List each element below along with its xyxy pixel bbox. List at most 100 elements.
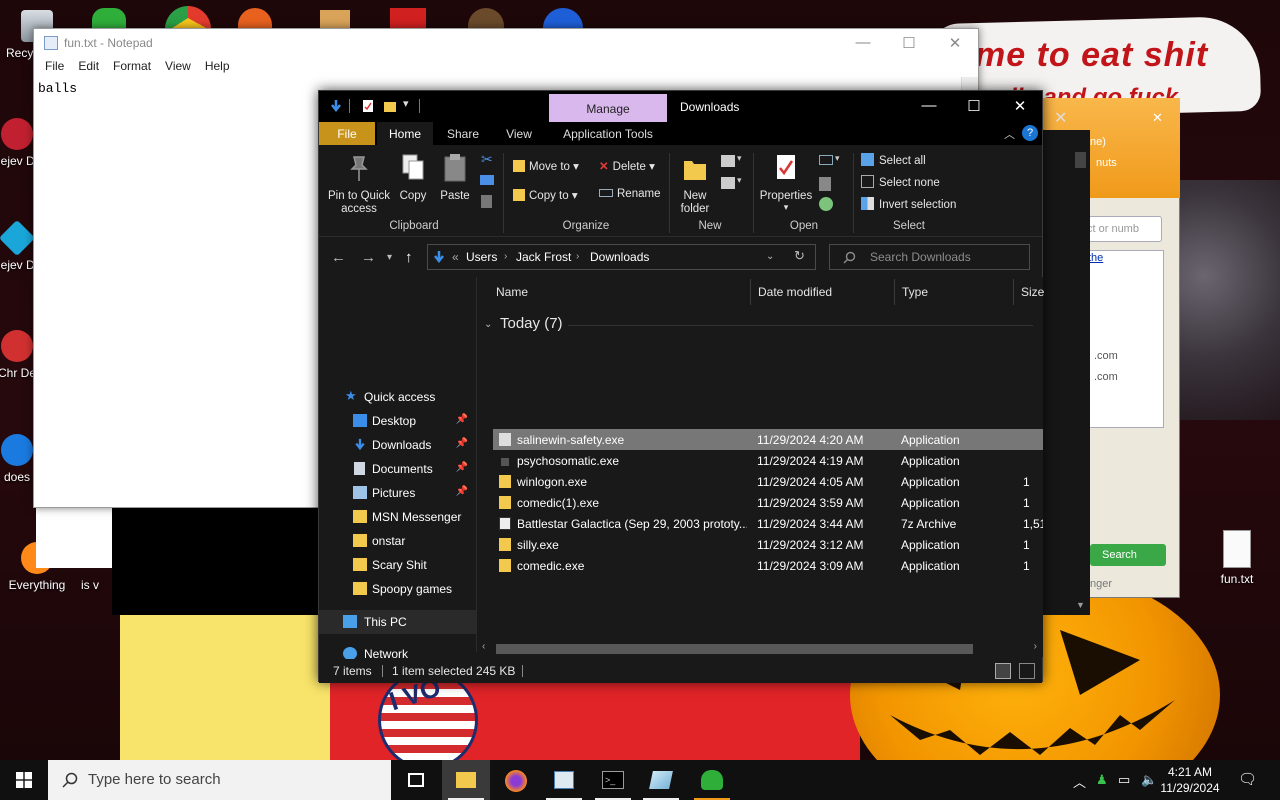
taskbar-command-prompt[interactable]: >_	[589, 760, 637, 800]
recent-locations-chevron-icon[interactable]: ▾	[387, 252, 392, 263]
tab-file[interactable]: File	[319, 122, 375, 145]
breadcrumb-overflow[interactable]: «	[452, 250, 459, 264]
paste-shortcut-icon[interactable]	[481, 195, 492, 208]
open-icon[interactable]	[819, 155, 833, 165]
notifications-icon[interactable]: 🗨	[1238, 770, 1257, 788]
tab-home[interactable]: Home	[377, 122, 433, 145]
msn-search-button[interactable]: Search	[1090, 544, 1166, 566]
taskbar-msn-messenger[interactable]	[688, 760, 736, 800]
msn-contact-search-input[interactable]: ct or numb	[1082, 216, 1162, 242]
nav-item-pictures[interactable]: Pictures 📌	[319, 481, 476, 505]
explorer-minimize-button[interactable]: —	[906, 97, 952, 114]
new-item-icon[interactable]	[721, 155, 735, 167]
tab-share[interactable]: Share	[437, 122, 489, 145]
easy-access-icon[interactable]	[721, 177, 735, 189]
nav-item-spoopy-games[interactable]: Spoopy games	[319, 577, 476, 601]
nav-item-onstar[interactable]: onstar	[319, 529, 476, 553]
quick-access-toolbar-dropdown-icon[interactable]: ▾	[403, 97, 409, 110]
desktop-icon-fun-txt[interactable]: fun.txt	[1200, 530, 1274, 586]
notepad-menu-edit[interactable]: Edit	[71, 57, 106, 77]
back-arrow-icon[interactable]: ←	[331, 249, 346, 266]
file-row-salinewin-safety[interactable]: salinewin-safety.exe 11/29/2024 4:20 AM …	[493, 429, 1043, 450]
scroll-thumb[interactable]	[1075, 152, 1086, 168]
select-all-button[interactable]: Select all	[861, 153, 926, 167]
help-icon[interactable]: ?	[1022, 125, 1038, 141]
breadcrumb-downloads[interactable]: Downloads	[590, 250, 649, 264]
task-view-button[interactable]	[392, 760, 440, 800]
properties-button[interactable]: Properties ▾	[759, 153, 813, 213]
notepad-maximize-button[interactable]: ☐	[886, 34, 932, 52]
column-header-date-modified[interactable]: Date modified	[758, 285, 832, 299]
taskbar-app[interactable]	[637, 760, 685, 800]
file-explorer-window[interactable]: ▾ Manage Downloads — ☐ ✕ File Home Share…	[318, 90, 1044, 683]
nav-item-scary-shit[interactable]: Scary Shit	[319, 553, 476, 577]
delete-button[interactable]: ✕ Delete ▾	[599, 159, 655, 173]
nav-item-quick-access[interactable]: ★ Quick access	[319, 385, 476, 409]
breadcrumb-users[interactable]: Users	[466, 250, 497, 264]
column-header-name[interactable]: Name	[496, 285, 528, 299]
explorer-titlebar[interactable]: ▾ Manage Downloads — ☐ ✕	[319, 91, 1042, 122]
tab-view[interactable]: View	[493, 122, 545, 145]
file-row-psychosomatic[interactable]: psychosomatic.exe 11/29/2024 4:19 AM App…	[493, 450, 1043, 471]
scroll-right-arrow-icon[interactable]: ›	[1034, 641, 1037, 652]
column-header-size[interactable]: Size	[1021, 285, 1044, 299]
explorer-maximize-button[interactable]: ☐	[951, 97, 997, 115]
file-row-silly[interactable]: silly.exe 11/29/2024 3:12 AM Application…	[493, 534, 1043, 555]
scroll-left-arrow-icon[interactable]: ‹	[482, 641, 485, 652]
msn-tray-icon[interactable]: ♟	[1096, 772, 1108, 788]
group-collapse-chevron-icon[interactable]: ⌄	[484, 319, 492, 330]
taskbar-search-box[interactable]: Type here to search	[48, 760, 391, 800]
tab-application-tools[interactable]: Application Tools	[551, 122, 665, 145]
notepad-close-button[interactable]: ✕	[932, 34, 978, 52]
nav-item-desktop[interactable]: Desktop 📌	[319, 409, 476, 433]
nav-item-downloads[interactable]: Downloads 📌	[319, 433, 476, 457]
horizontal-scroll-thumb[interactable]	[496, 644, 973, 654]
file-row-battlestar-galactica[interactable]: Battlestar Galactica (Sep 29, 2003 proto…	[493, 513, 1043, 534]
copy-path-icon[interactable]	[480, 175, 494, 185]
nav-item-msn-messenger[interactable]: MSN Messenger	[319, 505, 476, 529]
notepad-menu-file[interactable]: File	[38, 57, 71, 77]
msn-contact-list[interactable]	[1082, 250, 1164, 428]
notepad-menu-help[interactable]: Help	[198, 57, 237, 77]
people-icon[interactable]	[92, 8, 126, 30]
address-dropdown-icon[interactable]: ⌄	[766, 251, 774, 262]
msn-link[interactable]: the	[1088, 252, 1103, 264]
clock[interactable]: 4:21 AM 11/29/2024	[1160, 764, 1220, 796]
taskbar-notepad[interactable]	[540, 760, 588, 800]
forward-arrow-icon[interactable]: →	[361, 249, 376, 266]
background-window-close-icon[interactable]: ✕	[1054, 108, 1067, 128]
notepad-minimize-button[interactable]: —	[840, 34, 886, 52]
pin-to-quick-access-button[interactable]: Pin to Quick access	[325, 153, 393, 216]
breadcrumb-jack-frost[interactable]: Jack Frost	[516, 250, 571, 264]
notepad-titlebar[interactable]: fun.txt - Notepad — ☐ ✕	[34, 29, 978, 57]
msn-close-icon[interactable]: ✕	[1152, 110, 1163, 126]
move-to-button[interactable]: Move to ▾	[513, 159, 579, 173]
notepad-menu-format[interactable]: Format	[106, 57, 158, 77]
background-vertical-scrollbar[interactable]: ▼	[1073, 130, 1088, 610]
invert-selection-button[interactable]: Invert selection	[861, 197, 956, 211]
network-tray-icon[interactable]: ▭	[1118, 772, 1130, 788]
properties-check-icon[interactable]	[361, 99, 375, 113]
large-icons-view-icon[interactable]	[1019, 663, 1035, 679]
flash-shortcut-icon[interactable]	[390, 8, 426, 30]
cut-icon[interactable]: ✂	[481, 151, 493, 168]
up-arrow-icon[interactable]: ↑	[405, 249, 413, 266]
address-bar[interactable]: « Users › Jack Frost › Downloads ⌄ ↻	[427, 244, 816, 270]
taskbar-file-explorer[interactable]	[442, 760, 490, 800]
easy-access-dropdown-icon[interactable]: ▾	[737, 175, 742, 186]
new-item-dropdown-icon[interactable]: ▾	[737, 153, 742, 164]
breadcrumb-chevron-icon[interactable]: ›	[504, 251, 507, 262]
file-row-comedic-1[interactable]: comedic(1).exe 11/29/2024 3:59 AM Applic…	[493, 492, 1043, 513]
nav-item-this-pc[interactable]: This PC	[319, 610, 476, 634]
copy-button[interactable]: Copy	[397, 153, 429, 202]
volume-icon[interactable]: 🔈	[1141, 772, 1157, 788]
breadcrumb-chevron-icon[interactable]: ›	[576, 251, 579, 262]
open-dropdown-icon[interactable]: ▾	[835, 153, 840, 164]
group-header-today[interactable]: Today (7)	[500, 315, 563, 332]
copy-to-button[interactable]: Copy to ▾	[513, 188, 578, 202]
column-divider[interactable]	[750, 279, 751, 305]
start-button[interactable]	[0, 760, 48, 800]
scroll-down-arrow-icon[interactable]: ▼	[1076, 600, 1085, 610]
paste-button[interactable]: Paste	[437, 153, 473, 202]
archive-shortcut-icon[interactable]	[320, 10, 350, 30]
